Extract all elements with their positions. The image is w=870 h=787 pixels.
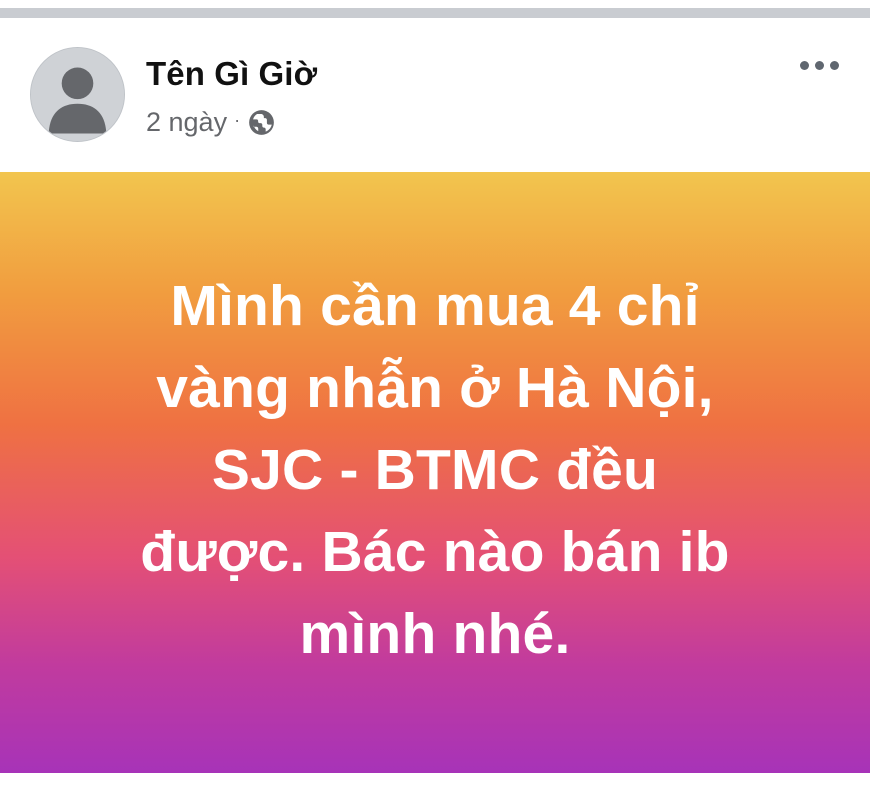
more-options-dot-icon (799, 60, 809, 70)
more-options-dot-icon (814, 60, 824, 70)
post-header: Tên Gì Giờ 2 ngày · (0, 18, 870, 172)
status-background-card: Mình cần mua 4 chỉ vàng nhẫn ở Hà Nội, S… (0, 172, 870, 773)
meta-separator: · (234, 109, 241, 130)
timestamp[interactable]: 2 ngày (146, 107, 227, 138)
more-options-button[interactable] (790, 49, 848, 81)
post-status-text: Mình cần mua 4 chỉ vàng nhẫn ở Hà Nội, S… (140, 273, 730, 666)
globe-icon[interactable] (248, 109, 275, 136)
author-name[interactable]: Tên Gì Giờ (146, 55, 317, 93)
feed-divider (0, 0, 870, 18)
profile-silhouette-icon (31, 48, 124, 141)
more-options-dot-icon (829, 60, 839, 70)
avatar[interactable] (30, 47, 125, 142)
facebook-post: Tên Gì Giờ 2 ngày · Mình cần mua 4 chỉ v… (0, 18, 870, 778)
post-meta: 2 ngày · (146, 104, 275, 140)
